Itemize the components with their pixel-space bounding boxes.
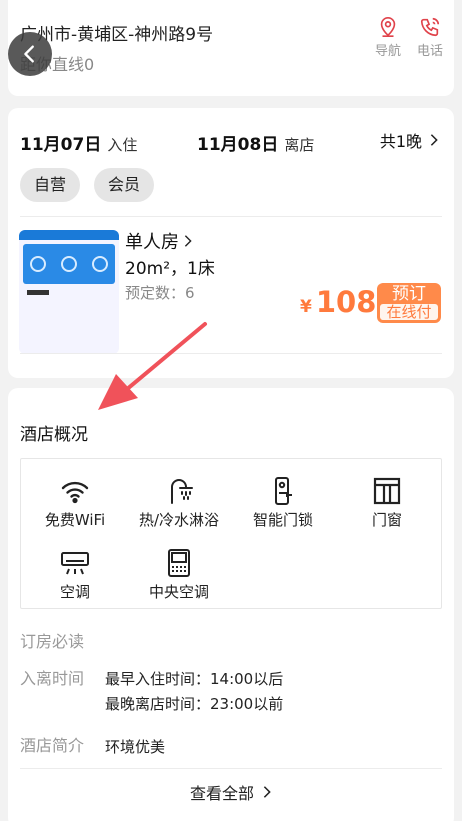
room-booked-count: 预定数：6 [125,284,195,302]
thumbnail-dot [91,256,108,272]
thumbnail-bar [27,290,49,295]
checkout-date-value: 11月08日 [197,135,279,155]
air-conditioner-icon [61,552,89,575]
checkin-time-label: 入离时间 [20,669,85,688]
facility-smart-lock: 智能门锁 [229,475,337,530]
navigate-button[interactable]: 导航 [368,16,408,59]
call-button[interactable]: 电话 [410,16,450,59]
smart-lock-icon [275,477,292,505]
nights-label: 共1晚 [379,132,422,151]
shower-icon [171,479,193,504]
book-online-button[interactable]: 预订 在线付 [377,283,441,323]
tag-member: 会员 [94,168,155,202]
view-all-button[interactable]: 查看全部 [8,780,454,804]
nights-selector[interactable]: 共1晚 [380,128,440,152]
thumbnail-header [19,230,119,240]
latest-checkout: 最晚离店时间：23:00以前 [105,695,284,713]
facility-label: 空调 [59,583,90,601]
thumbnail-dot [30,256,47,272]
chevron-right-icon [430,134,438,146]
thumbnail-panel [23,244,115,284]
facility-label: 门窗 [371,511,402,529]
wifi-icon [61,481,89,504]
view-all-label: 查看全部 [189,784,254,803]
checkin-date-value: 11月07日 [20,135,102,155]
room-spec: 20m²，1床 [125,259,215,279]
thumbnail-dot [60,256,77,272]
phone-icon [420,17,440,37]
location-pin-icon [380,17,396,37]
booking-card: 11月07日 入住 11月08日 离店 共1晚 自营 会员 单人房 20m²，1床 … [8,108,454,378]
checkout-label: 离店 [284,136,315,154]
navigate-label: 导航 [374,44,401,59]
hotel-intro: 环境优美 [105,738,166,756]
divider [20,216,442,217]
central-ac-icon [168,549,190,577]
earliest-checkin: 最早入住时间：14:00以后 [105,670,284,688]
overview-title: 酒店概况 [20,425,88,445]
facility-label: 中央空调 [148,583,209,601]
hotel-address: 广州市-黄埔区-神州路9号 [20,25,214,45]
window-icon [373,477,401,505]
chevron-right-icon [184,235,192,247]
tag-self-operated: 自营 [20,168,81,202]
checkin-date[interactable]: 11月07日 入住 [20,130,137,155]
chevron-right-icon [263,786,271,798]
checkin-label: 入住 [107,136,138,154]
book-label: 预订 [392,284,426,304]
checkout-date[interactable]: 11月08日 离店 [197,130,314,155]
facility-air-conditioner: 空调 [21,547,129,602]
facilities-grid: 免费WiFi 热/冷水淋浴 智能门锁 门窗 空调 中央空调 [20,458,442,609]
facility-central-ac: 中央空调 [125,547,233,602]
currency-symbol: ¥ [300,297,312,317]
facility-label: 免费WiFi [44,511,106,529]
facility-label: 热/冷水淋浴 [138,511,220,529]
room-name-link[interactable]: 单人房 [125,228,193,254]
hotel-intro-label: 酒店简介 [20,736,85,755]
hotel-address-card: 广州市-黄埔区-神州路9号 距你直线0 导航 电话 [8,0,454,96]
call-label: 电话 [416,44,443,59]
facility-label: 智能门锁 [252,511,313,529]
notice-title: 订房必读 [20,632,85,651]
divider [20,768,442,769]
price-value: 108 [315,285,377,319]
hotel-overview-card: 酒店概况 免费WiFi 热/冷水淋浴 智能门锁 门窗 空调 中央空调 订房必读 … [8,388,454,821]
divider [20,353,442,354]
book-sub-label: 在线付 [380,304,438,320]
room-price: ¥108 [300,285,376,319]
facility-wifi: 免费WiFi [21,475,129,530]
facility-shower: 热/冷水淋浴 [125,475,233,530]
chevron-left-icon [24,45,34,63]
back-button[interactable] [8,32,52,76]
facility-window: 门窗 [333,475,441,530]
annotation-arrow-icon [98,322,207,410]
room-name: 单人房 [125,232,179,253]
